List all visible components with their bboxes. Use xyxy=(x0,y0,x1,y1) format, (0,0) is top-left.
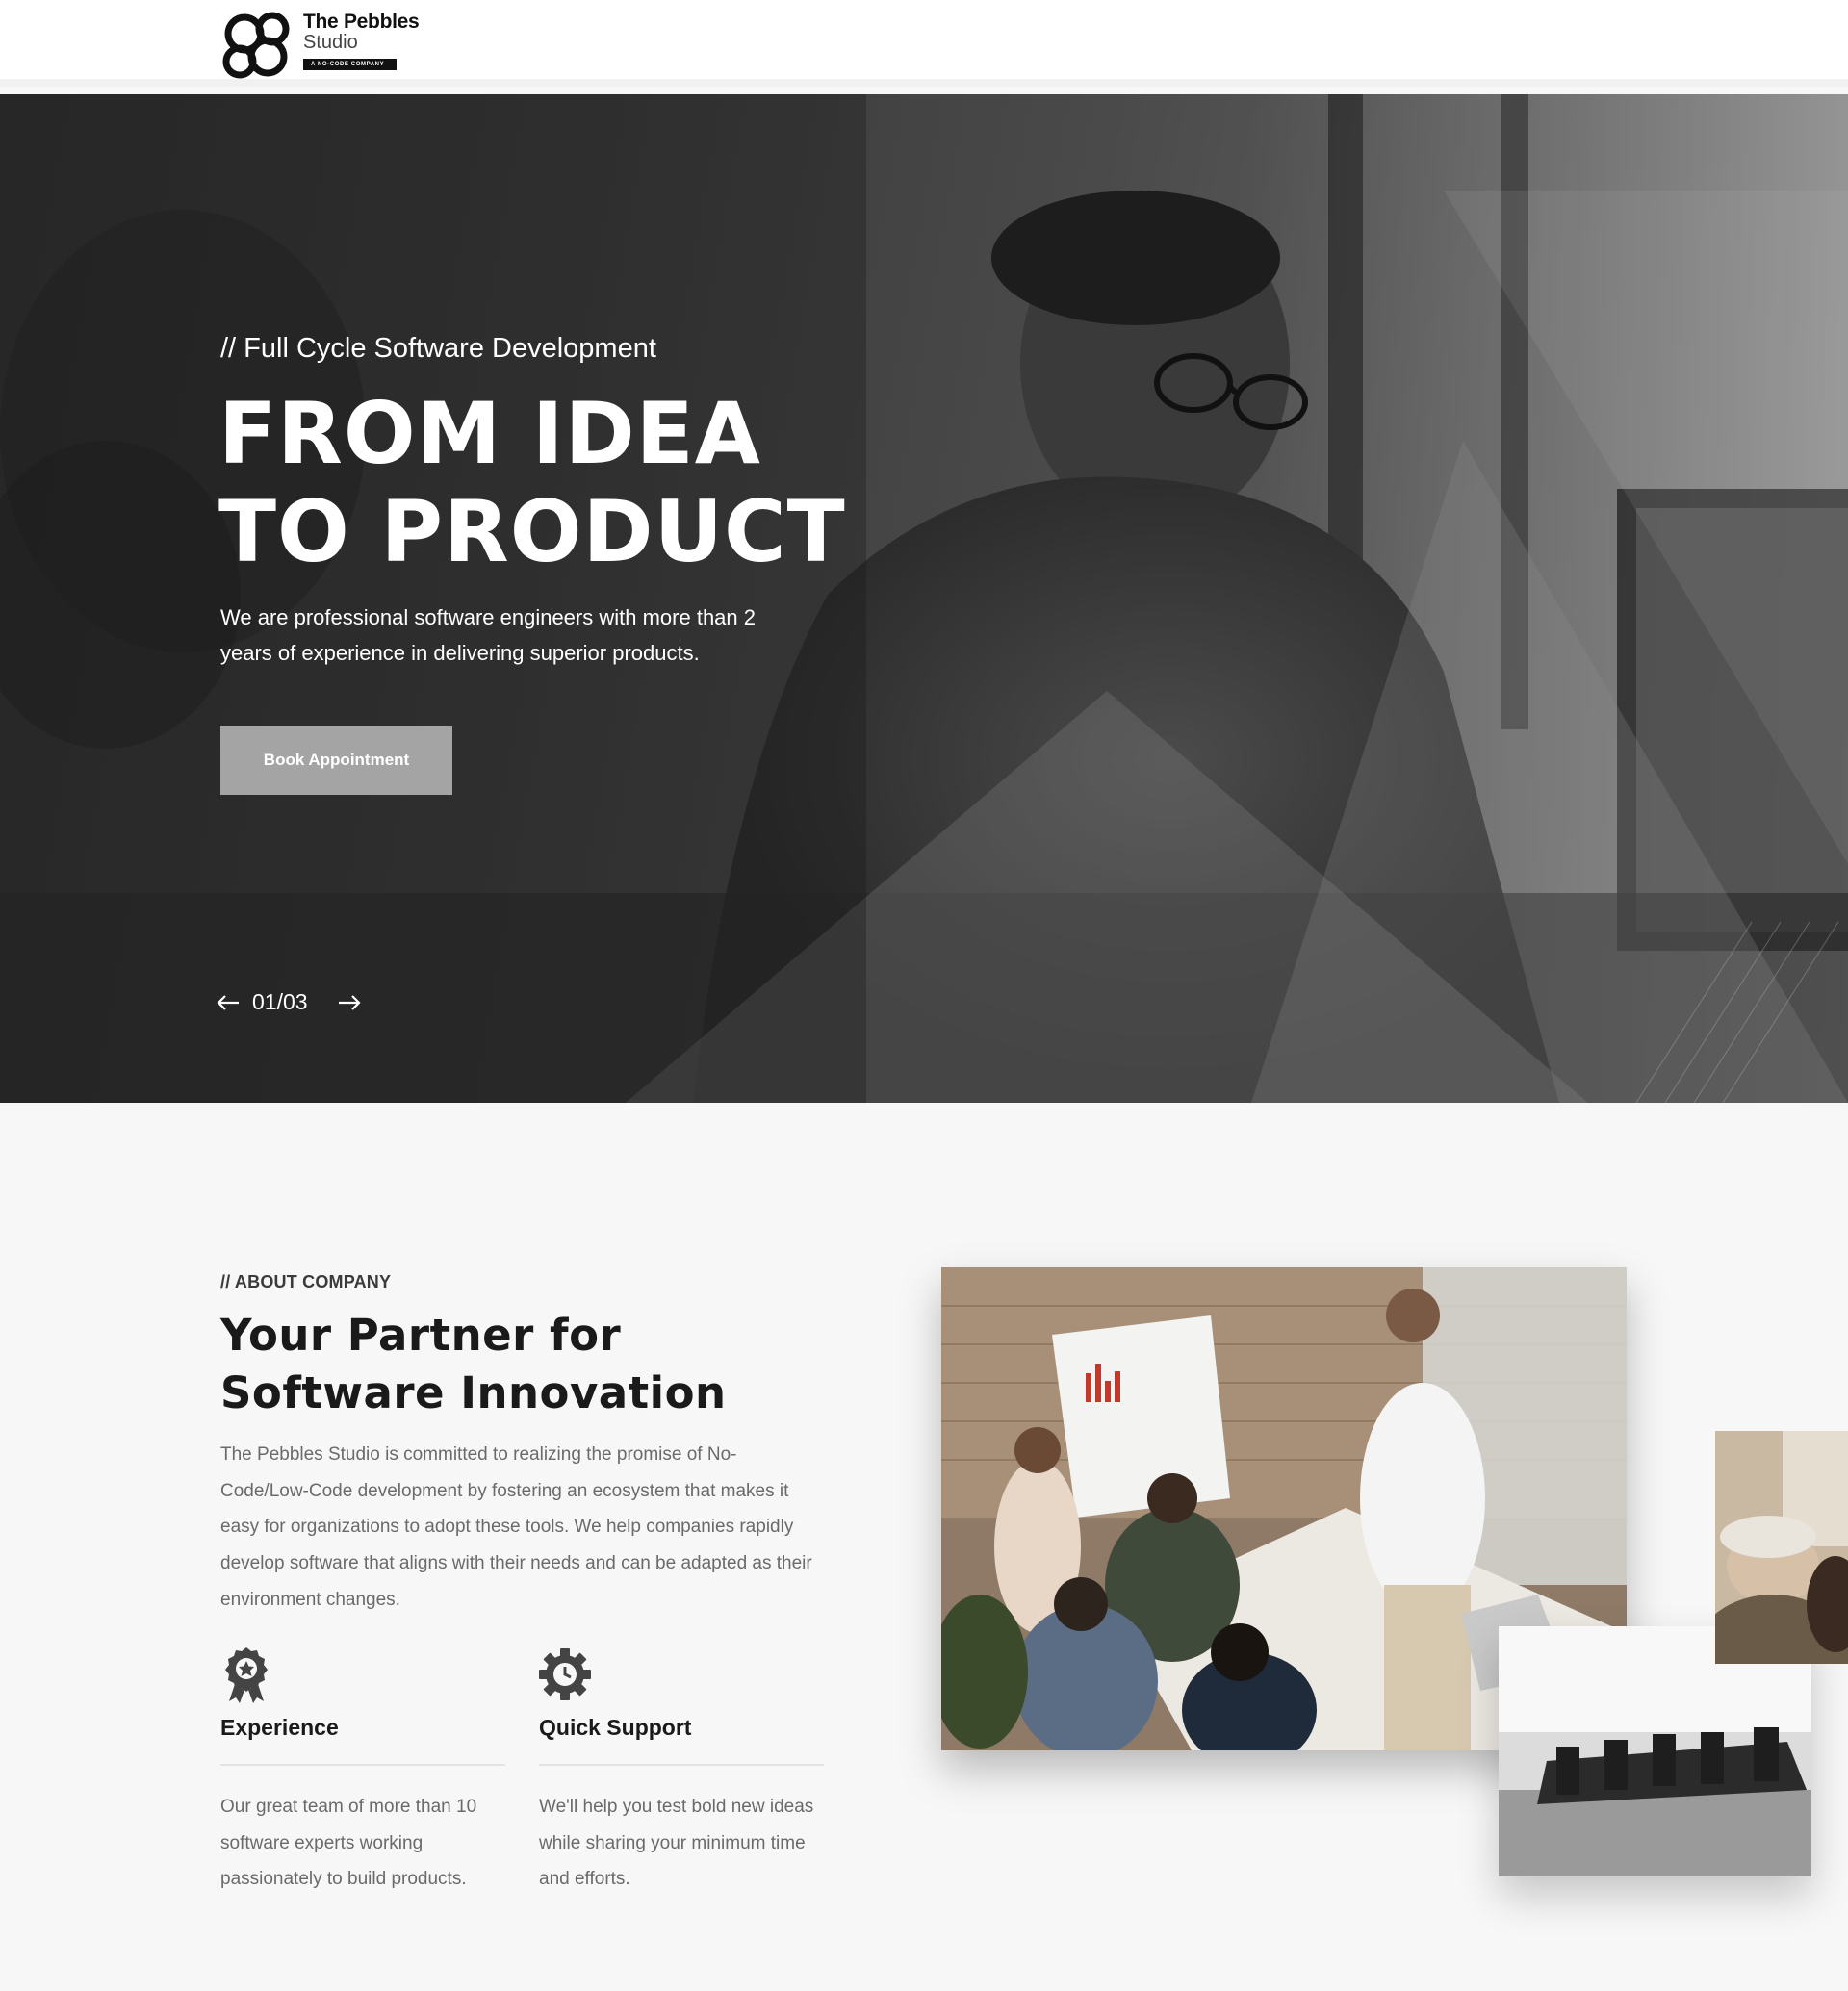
feature-title: Experience xyxy=(220,1715,339,1740)
brand-name-line1: The Pebbles xyxy=(303,11,420,33)
brand-tagline: A NO-CODE COMPANY xyxy=(303,59,397,70)
site-header: The Pebbles Studio A NO-CODE COMPANY xyxy=(0,0,1848,87)
brand-name-line2: Studio xyxy=(303,32,358,53)
feature-experience: Experience Our great team of more than 1… xyxy=(220,1646,505,1898)
feature-description: Our great team of more than 10 software … xyxy=(220,1797,477,1890)
hero-kicker: // Full Cycle Software Development xyxy=(220,333,656,364)
feature-title: Quick Support xyxy=(539,1715,692,1740)
arrow-left-icon[interactable] xyxy=(214,991,243,1014)
book-appointment-button[interactable]: Book Appointment xyxy=(220,726,452,795)
feature-description: We'll help you test bold new ideas while… xyxy=(539,1797,814,1890)
laughing-team-photo xyxy=(1715,1431,1848,1664)
brand-logo[interactable]: The Pebbles Studio A NO-CODE COMPANY xyxy=(220,10,420,81)
slide-counter: 01/03 xyxy=(252,989,308,1014)
about-title-line2: Software Innovation xyxy=(220,1367,727,1418)
feature-divider xyxy=(539,1764,824,1766)
hero-title-line1: FROM IDEA xyxy=(218,384,761,483)
pebbles-logo-icon xyxy=(222,12,290,79)
hero-slider-controls: 01/03 xyxy=(214,989,364,1015)
arrow-right-icon[interactable] xyxy=(335,991,364,1014)
hero-background-photo xyxy=(0,94,1848,1103)
feature-divider xyxy=(220,1764,505,1766)
award-badge-icon xyxy=(225,1647,268,1703)
about-title-line1: Your Partner for xyxy=(220,1310,622,1361)
hero-description: We are professional software engineers w… xyxy=(220,605,756,665)
boardroom-photo xyxy=(1499,1626,1811,1876)
gear-clock-icon xyxy=(539,1648,591,1700)
about-body: The Pebbles Studio is committed to reali… xyxy=(220,1444,812,1610)
hero-title: FROM IDEA TO PRODUCT xyxy=(218,385,846,581)
hero-section: // Full Cycle Software Development FROM … xyxy=(0,94,1848,1103)
about-kicker: // ABOUT COMPANY xyxy=(220,1272,392,1291)
feature-quick-support: Quick Support We'll help you test bold n… xyxy=(539,1646,824,1898)
about-title: Your Partner for Software Innovation xyxy=(220,1307,817,1422)
hero-title-line2: TO PRODUCT xyxy=(218,482,846,581)
